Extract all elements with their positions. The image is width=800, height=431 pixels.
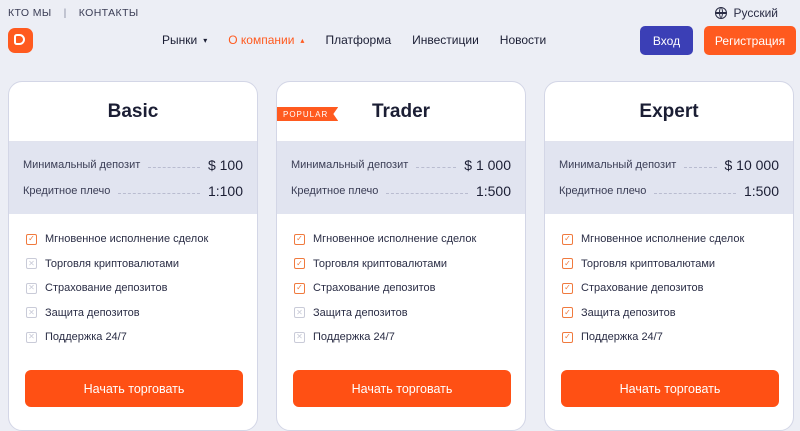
check-icon: ✓ (562, 331, 573, 343)
feature-label: Защита депозитов (313, 306, 408, 319)
start-trading-button[interactable]: Начать торговать (293, 370, 511, 407)
feature-item: ✓ Мгновенное исполнение сделок (26, 227, 257, 252)
cross-icon: ✕ (26, 331, 37, 343)
chevron-down-icon: ▾ (203, 35, 208, 45)
check-icon: ✓ (562, 282, 573, 294)
nav-item-label: Рынки (162, 33, 198, 47)
cross-icon: ✕ (294, 331, 305, 343)
feature-item: ✓ Страхование депозитов (294, 276, 525, 301)
nav-item-platform[interactable]: Платформа (325, 33, 391, 47)
plan-stats: Минимальный депозит $ 1 000 Кредитное пле… (277, 142, 525, 214)
nav-item-investments[interactable]: Инвестиции (412, 33, 479, 47)
top-links: КТО МЫ | КОНТАКТЫ (8, 7, 139, 19)
feature-item: ✕ Страхование депозитов (26, 276, 257, 301)
deposit-label: Минимальный депозит (291, 159, 409, 171)
feature-label: Защита депозитов (581, 306, 676, 319)
feature-item: ✕ Поддержка 24/7 (26, 325, 257, 350)
cross-icon: ✕ (294, 307, 305, 319)
check-icon: ✓ (294, 282, 305, 294)
feature-item: ✓ Мгновенное исполнение сделок (294, 227, 525, 252)
leverage-label: Кредитное плечо (559, 185, 647, 197)
feature-label: Защита депозитов (45, 306, 140, 319)
check-icon: ✓ (562, 307, 573, 319)
feature-label: Поддержка 24/7 (581, 331, 663, 344)
plan-card-expert: Expert Минимальный депозит $ 10 000 Креди… (544, 81, 794, 431)
feature-item: ✕ Защита депозитов (26, 301, 257, 326)
contacts-link[interactable]: КОНТАКТЫ (79, 7, 139, 19)
feature-label: Мгновенное исполнение сделок (313, 233, 477, 246)
login-button[interactable]: Вход (640, 26, 693, 55)
nav-item-label: О компании (228, 33, 295, 47)
feature-item: ✕ Поддержка 24/7 (294, 325, 525, 350)
feature-list: ✓ Мгновенное исполнение сделок ✓ Торговля к… (545, 214, 793, 350)
feature-item: ✓ Торговля криптовалютами (562, 252, 793, 277)
deposit-label: Минимальный депозит (23, 159, 141, 171)
plan-title: Basic (9, 82, 257, 142)
plan-stats: Минимальный депозит $ 100 Кредитное плечо… (9, 142, 257, 214)
cross-icon: ✕ (26, 282, 37, 294)
feature-item: ✕ Защита депозитов (294, 301, 525, 326)
nav-item-label: Новости (499, 33, 547, 47)
leverage-label: Кредитное плечо (23, 185, 111, 197)
plan-stats: Минимальный депозит $ 10 000 Кредитное пл… (545, 142, 793, 214)
feature-item: ✓ Торговля криптовалютами (294, 252, 525, 277)
check-icon: ✓ (562, 233, 573, 245)
chevron-up-icon: ▴ (300, 35, 305, 45)
leverage-value: 1:100 (207, 183, 243, 199)
brand-logo[interactable] (8, 28, 33, 53)
nav-item-news[interactable]: Новости (500, 33, 546, 47)
feature-label: Поддержка 24/7 (45, 331, 127, 344)
check-icon: ✓ (294, 258, 305, 270)
deposit-value: $ 100 (207, 157, 243, 173)
plan-card-trader: Trader Минимальный депозит $ 1 000 Кредит… (276, 81, 526, 431)
deposit-label: Минимальный депозит (559, 159, 677, 171)
check-icon: ✓ (562, 258, 573, 270)
feature-item: ✓ Страхование депозитов (562, 276, 793, 301)
deposit-value: $ 10 000 (724, 157, 780, 173)
leverage-label: Кредитное плечо (291, 185, 379, 197)
feature-label: Торговля криптовалютами (581, 257, 716, 270)
feature-list: ✓ Мгновенное исполнение сделок ✕ Торговля к… (9, 214, 257, 350)
plan-card-basic: Basic Минимальный депозит $ 100 Кредитное… (8, 81, 258, 431)
feature-item: ✓ Защита депозитов (562, 301, 793, 326)
top-links-separator: | (63, 7, 67, 19)
check-icon: ✓ (26, 233, 37, 245)
deposit-value: $ 1 000 (464, 157, 511, 173)
cross-icon: ✕ (26, 258, 37, 270)
about-link[interactable]: КТО МЫ (8, 7, 52, 19)
nav-item-label: Платформа (325, 33, 392, 47)
register-button[interactable]: Регистрация (704, 26, 796, 55)
feature-label: Страхование депозитов (581, 282, 704, 295)
feature-item: ✓ Поддержка 24/7 (562, 325, 793, 350)
plan-title: Expert (545, 82, 793, 142)
feature-item: ✓ Мгновенное исполнение сделок (562, 227, 793, 252)
start-trading-button[interactable]: Начать торговать (561, 370, 779, 407)
start-trading-button[interactable]: Начать торговать (25, 370, 243, 407)
feature-label: Торговля криптовалютами (45, 257, 180, 270)
language-selector[interactable]: Русский (715, 6, 778, 20)
feature-label: Страхование депозитов (313, 282, 436, 295)
feature-label: Торговля криптовалютами (313, 257, 448, 270)
feature-label: Мгновенное исполнение сделок (45, 233, 209, 246)
check-icon: ✓ (294, 233, 305, 245)
nav-item-about[interactable]: О компании ▴ (228, 33, 304, 47)
leverage-value: 1:500 (475, 183, 511, 199)
feature-label: Страхование депозитов (45, 282, 168, 295)
feature-label: Поддержка 24/7 (313, 331, 395, 344)
main-nav: Рынки ▾ О компании ▴ Платформа Инвестици… (162, 33, 567, 47)
nav-item-markets[interactable]: Рынки ▾ (162, 33, 207, 47)
cross-icon: ✕ (26, 307, 37, 319)
leverage-value: 1:500 (743, 183, 779, 199)
globe-icon (715, 7, 728, 19)
language-label: Русский (733, 6, 778, 20)
feature-list: ✓ Мгновенное исполнение сделок ✓ Торговля к… (277, 214, 525, 350)
feature-label: Мгновенное исполнение сделок (581, 233, 745, 246)
popular-badge: POPULAR (277, 107, 339, 121)
feature-item: ✕ Торговля криптовалютами (26, 252, 257, 277)
nav-item-label: Инвестиции (412, 33, 479, 47)
